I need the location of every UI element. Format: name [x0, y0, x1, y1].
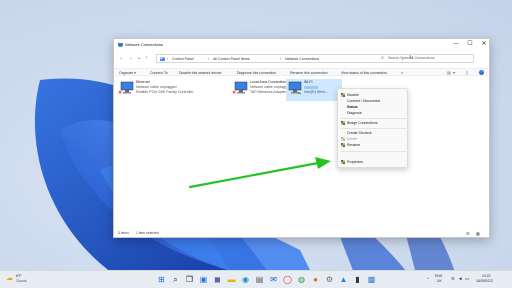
chrome-icon[interactable]: ◍ [296, 274, 307, 285]
language-region[interactable]: UK [437, 279, 442, 283]
weather-temperature[interactable]: 8°F [16, 274, 22, 278]
show-hidden-icons-button[interactable]: ^ [427, 276, 429, 281]
weather-description[interactable]: Clouds [16, 279, 27, 283]
clock-date[interactable]: 18/09/2022 [476, 279, 493, 283]
widgets-icon[interactable]: ▣ [198, 274, 209, 285]
opera-icon[interactable]: ◯ [282, 274, 293, 285]
settings-icon[interactable]: ⚙ [324, 274, 335, 285]
file-explorer-icon[interactable]: ▬ [226, 274, 237, 285]
firefox-icon[interactable]: ● [310, 274, 321, 285]
weather-icon[interactable]: ☁ [6, 274, 13, 282]
control-panel-icon[interactable]: ▩ [366, 274, 377, 285]
windows-start-icon[interactable]: ⊞ [156, 274, 167, 285]
clock-time[interactable]: 13:22 [482, 274, 491, 278]
taskbar: ☁ 8°F Clouds ⊞ ⌕ ❐ ▣ ◼ ▬ ◉ ▤ ✉ ◯ ◍ ● ⚙ ▲… [0, 270, 512, 288]
terminal-icon[interactable]: ▮ [352, 274, 363, 285]
annotation-arrow [188, 157, 331, 189]
edge-icon[interactable]: ◉ [240, 274, 251, 285]
mail-icon[interactable]: ✉ [268, 274, 279, 285]
wifi-icon[interactable]: ≋ [451, 276, 455, 282]
chat-icon[interactable]: ◼ [212, 274, 223, 285]
search-icon[interactable]: ⌕ [170, 274, 181, 285]
volume-icon[interactable]: ◄ [458, 276, 462, 281]
task-view-icon[interactable]: ❐ [184, 274, 195, 285]
photos-icon[interactable]: ▲ [338, 274, 349, 285]
language-indicator[interactable]: ENG [435, 274, 442, 278]
store-icon[interactable]: ▤ [254, 274, 265, 285]
battery-icon[interactable]: ▭ [465, 276, 469, 282]
